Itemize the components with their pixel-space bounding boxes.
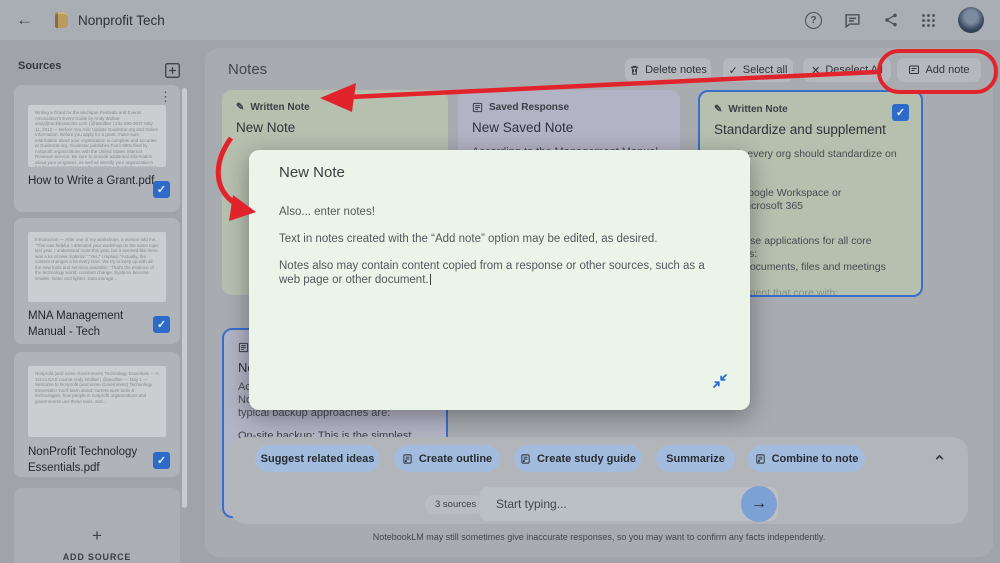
source-snippet: Writing a Grant for the Michigan Festiva…	[35, 110, 159, 167]
arrow-right-icon: →	[751, 495, 767, 512]
action-label: Summarize	[666, 452, 725, 465]
action-label: Create study guide	[536, 452, 637, 465]
create-study-guide-button[interactable]: Create study guide	[514, 445, 642, 472]
add-note-label: Add note	[925, 64, 970, 76]
action-label: Suggest related ideas	[260, 452, 375, 465]
dialog-paragraph: Notes also may contain content copied fr…	[279, 260, 705, 286]
note-checkbox[interactable]: ✓	[892, 104, 909, 121]
select-all-label: Select all	[742, 64, 788, 76]
dialog-note-title[interactable]: New Note	[279, 164, 720, 181]
source-name: How to Write a Grant.pdf	[28, 175, 155, 187]
create-outline-button[interactable]: Create outline	[394, 445, 500, 472]
profile-avatar[interactable]	[958, 7, 984, 33]
add-note-button[interactable]: Add note	[897, 58, 981, 82]
check-icon: ✓	[728, 64, 738, 77]
source-card[interactable]: ⋮ Writing a Grant for the Michigan Festi…	[14, 85, 180, 212]
send-button[interactable]: →	[741, 486, 777, 522]
note-type-label: Saved Response	[489, 102, 570, 113]
select-all-button[interactable]: ✓ Select all	[723, 58, 793, 82]
source-thumbnail: Writing a Grant for the Michigan Festiva…	[28, 105, 166, 167]
saved-response-icon	[238, 342, 249, 353]
saved-response-icon	[472, 102, 483, 113]
pencil-icon: ✎	[714, 104, 723, 115]
topbar-actions: ?	[805, 7, 984, 33]
check-icon: ✓	[156, 455, 167, 467]
note-title: New Saved Note	[472, 120, 574, 135]
document-icon	[403, 453, 412, 464]
note-type-label: Written Note	[250, 102, 310, 113]
notebook-icon	[55, 12, 68, 28]
delete-notes-label: Delete notes	[645, 64, 707, 76]
notes-title: Notes	[228, 61, 268, 78]
source-checkbox[interactable]: ✓	[153, 181, 170, 198]
sources-header: Sources	[18, 60, 62, 72]
deselect-all-button[interactable]: ✕ Deselect All	[803, 58, 891, 82]
check-icon: ✓	[156, 319, 167, 331]
combine-to-note-button[interactable]: Combine to note	[748, 445, 865, 472]
collapse-dock-chevron-icon[interactable]	[933, 451, 946, 469]
disclaimer-text: NotebookLM may still sometimes give inac…	[372, 532, 826, 542]
add-source-label: ADD SOURCE	[62, 552, 132, 562]
share-icon[interactable]	[883, 12, 899, 28]
kebab-menu-icon[interactable]: ⋮	[159, 89, 172, 105]
action-label: Create outline	[418, 452, 493, 465]
add-source-icon[interactable]	[164, 62, 181, 84]
delete-notes-button[interactable]: Delete notes	[625, 58, 711, 82]
deselect-all-label: Deselect All	[825, 64, 883, 76]
notebook-title[interactable]: Nonprofit Tech	[78, 13, 165, 28]
check-icon: ✓	[895, 107, 906, 119]
suggest-related-ideas-button[interactable]: Suggest related ideas	[255, 445, 380, 472]
feedback-icon[interactable]	[844, 12, 861, 29]
actions-dock: Suggest related ideas Create outline Cre…	[230, 437, 968, 524]
back-arrow-icon[interactable]: ←	[16, 10, 33, 30]
note-editor-dialog[interactable]: New Note Also... enter notes! Text in no…	[249, 150, 750, 410]
dialog-paragraph[interactable]: Also... enter notes!	[279, 205, 719, 219]
source-thumbnail: Introduction — After one of my workshops…	[28, 232, 166, 302]
sidebar-scrollbar[interactable]	[182, 88, 187, 508]
check-icon: ✓	[156, 184, 167, 196]
source-snippet: Nonprofit (and some Government) Technolo…	[35, 371, 159, 404]
summarize-button[interactable]: Summarize	[656, 445, 735, 472]
close-icon: ✕	[811, 64, 821, 77]
collapse-dialog-icon[interactable]	[712, 373, 728, 394]
note-title: Standardize and supplement	[714, 122, 886, 137]
add-source-card[interactable]: + ADD SOURCE	[14, 488, 180, 563]
apps-grid-icon[interactable]	[921, 13, 936, 28]
chat-input[interactable]	[494, 496, 778, 512]
source-name: NonProfit Technology Essentials.pdf	[28, 446, 138, 474]
source-thumbnail: Nonprofit (and some Government) Technolo…	[28, 366, 166, 437]
sources-count-chip: 3 sources	[425, 495, 487, 514]
text-caret	[429, 274, 431, 285]
trash-icon	[630, 65, 639, 75]
note-icon	[909, 65, 920, 74]
source-checkbox[interactable]: ✓	[153, 316, 170, 333]
source-checkbox[interactable]: ✓	[153, 452, 170, 469]
note-title: New Note	[236, 120, 296, 135]
plus-icon: +	[92, 526, 102, 545]
top-bar: ← Nonprofit Tech ?	[0, 0, 1000, 40]
dialog-paragraph[interactable]: Text in notes created with the “Add note…	[279, 232, 719, 246]
chat-input-container	[480, 487, 778, 521]
document-icon	[521, 453, 530, 464]
document-icon	[755, 453, 765, 464]
source-card[interactable]: Introduction — After one of my workshops…	[14, 218, 180, 344]
source-card[interactable]: Nonprofit (and some Government) Technolo…	[14, 352, 180, 477]
notebooklm-app: ← Nonprofit Tech ? Sources ⋮ Writing a G…	[0, 0, 1000, 563]
help-icon[interactable]: ?	[805, 11, 822, 29]
source-name: MNA Management Manual - Tech	[28, 310, 124, 338]
pencil-icon: ✎	[236, 102, 245, 113]
action-label: Combine to note	[771, 452, 859, 465]
note-type-label: Written Note	[728, 104, 788, 115]
source-snippet: Introduction — After one of my workshops…	[35, 237, 159, 281]
